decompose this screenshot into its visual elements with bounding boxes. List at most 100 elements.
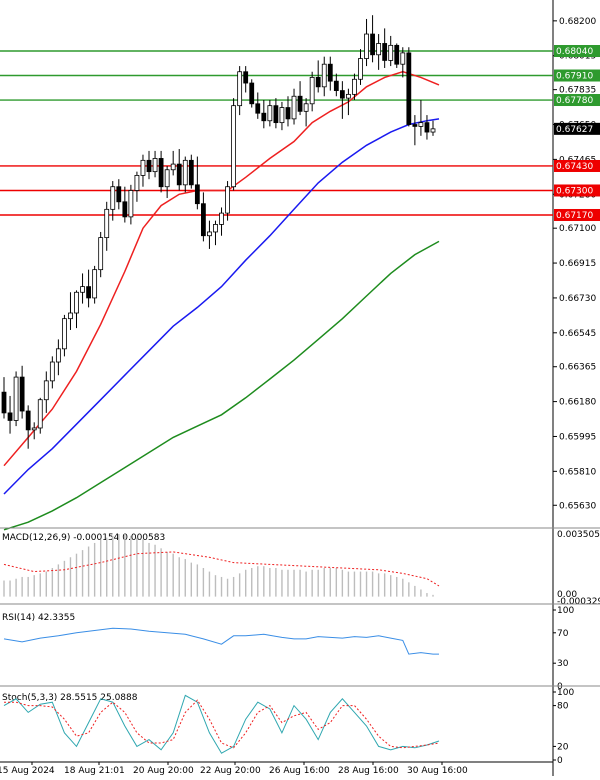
candle	[333, 73, 339, 97]
bearish-candle-body	[158, 158, 164, 188]
candle	[394, 43, 400, 68]
time-tick-label: 20 Aug 20:00	[133, 766, 194, 776]
candle	[424, 115, 430, 140]
bullish-candle-body	[267, 105, 273, 122]
bearish-candle-body	[7, 412, 13, 421]
bullish-candle-body	[98, 237, 104, 271]
time-tick-label: 18 Aug 21:01	[64, 766, 125, 776]
candle	[412, 115, 418, 146]
bullish-candle-body	[358, 58, 363, 80]
bullish-candle-body	[74, 291, 79, 314]
price-tick-label: 0.67100	[559, 224, 596, 234]
candle	[128, 184, 134, 225]
candle	[152, 150, 158, 178]
time-tick-label: 30 Aug 16:00	[407, 766, 468, 776]
price-tick-label: 0.66730	[559, 294, 596, 304]
bullish-candle-body	[309, 76, 315, 105]
bullish-candle-body	[303, 103, 309, 112]
current-price-label: 0.67627	[556, 125, 593, 135]
time-tick-label: 26 Aug 16:00	[269, 766, 330, 776]
bullish-candle-body	[291, 95, 297, 120]
bullish-candle-body	[352, 78, 357, 95]
moving-average-line	[3, 118, 440, 495]
bearish-candle-body	[285, 107, 291, 120]
bullish-candle-body	[62, 318, 67, 350]
candle	[37, 397, 43, 434]
bearish-candle-body	[406, 52, 412, 125]
bullish-candle-body	[279, 107, 285, 124]
candle	[86, 269, 91, 308]
candle	[200, 192, 206, 242]
bullish-candle-body	[225, 186, 230, 214]
candle	[182, 156, 188, 193]
price-tick-label: 0.65995	[559, 432, 596, 442]
price-tick-label: 0.66545	[559, 329, 596, 339]
candle	[55, 339, 61, 376]
bullish-candle-body	[128, 190, 134, 218]
moving-average-line	[3, 240, 440, 531]
bullish-candle-body	[164, 169, 170, 188]
bullish-candle-body	[430, 128, 436, 133]
candle	[7, 395, 13, 434]
level-tag-label: 0.67910	[556, 72, 593, 82]
candle	[219, 207, 224, 236]
candle	[430, 120, 436, 136]
candle	[370, 15, 375, 63]
candle	[273, 98, 279, 129]
bearish-candle-body	[176, 163, 182, 186]
price-tick-label: 0.66180	[559, 398, 596, 408]
bearish-candle-body	[424, 122, 430, 133]
rsi-tick-label: 30	[557, 659, 569, 669]
level-tag-label: 0.67170	[556, 211, 593, 221]
candle	[122, 186, 128, 223]
bearish-candle-body	[370, 33, 375, 56]
bearish-candle-body	[116, 186, 122, 203]
level-tag-label: 0.68040	[556, 47, 593, 57]
candle	[19, 365, 25, 419]
bullish-candle-body	[104, 208, 110, 239]
bearish-candle-body	[1, 391, 7, 414]
bearish-candle-body	[19, 376, 25, 412]
candle	[376, 34, 382, 70]
candle	[194, 156, 200, 210]
bearish-candle-body	[249, 82, 255, 105]
bullish-candle-body	[346, 93, 351, 99]
candle	[146, 150, 152, 180]
rsi-line	[3, 627, 439, 655]
stochastic-pane: Stoch(5,3,3) 28.5515 25.0888 100 80 20 0	[2, 688, 574, 766]
bearish-candle-body	[243, 71, 249, 84]
bearish-candle-body	[146, 159, 152, 173]
candle	[231, 98, 237, 191]
candle	[104, 201, 110, 251]
stoch-tick-label: 80	[557, 702, 569, 712]
bullish-candle-body	[400, 52, 406, 65]
candle	[43, 371, 49, 413]
bullish-candle-body	[140, 159, 146, 176]
bullish-candle-body	[134, 175, 140, 191]
candle	[255, 92, 261, 119]
rsi-tick-label: 70	[557, 629, 569, 639]
time-tick-label: 15 Aug 2024	[0, 766, 55, 776]
candle	[134, 171, 140, 202]
rsi-tick-label: 100	[557, 606, 574, 616]
candle	[31, 422, 37, 440]
bullish-candle-body	[418, 122, 424, 127]
candle	[249, 79, 255, 108]
stoch-k-line	[3, 694, 440, 754]
bearish-candle-body	[339, 90, 345, 99]
level-tag-label: 0.67430	[556, 162, 593, 172]
candle	[80, 273, 85, 304]
candle	[188, 154, 194, 189]
bullish-candle-body	[231, 105, 237, 188]
time-tick-label: 22 Aug 20:00	[200, 766, 261, 776]
candle	[267, 100, 273, 127]
candle	[297, 81, 303, 116]
price-tick-label: 0.66365	[559, 363, 596, 373]
bullish-candle-body	[388, 44, 394, 61]
bearish-candle-body	[255, 103, 261, 114]
candle	[62, 314, 67, 357]
candle	[358, 49, 363, 85]
candle	[207, 220, 212, 249]
stoch-tick-label: 100	[557, 688, 574, 698]
candle	[98, 231, 104, 278]
